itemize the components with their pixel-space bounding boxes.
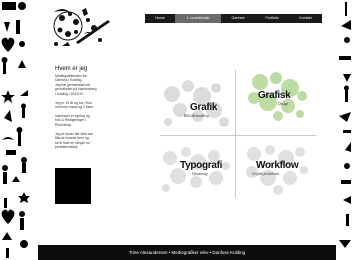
right-decorative-border [335,0,353,260]
quadrant-grafik[interactable]: Grafik Billedbehandling [158,74,236,134]
quadrant-typografi[interactable]: Typografi Opsætning [158,140,236,200]
quadrant-subtitle: Opsætning [192,172,208,176]
sidebar-title: Hvem er jeg [55,66,88,72]
nav-item-home[interactable]: Home [145,14,175,23]
grid-divider-horizontal [160,135,316,136]
profile-image [55,168,91,204]
quadrant-title: Typografi [180,160,223,171]
nav-item-kontakt[interactable]: Kontakt [289,14,322,23]
sidebar-paragraph: Mediegrafikerelev fra Danfoss i Kolding.… [55,74,97,96]
quadrant-title: Grafik [190,102,218,113]
quadrant-title: Workflow [256,160,299,171]
quadrant-subtitle: Billedbehandling [184,114,209,118]
bird-icon [2,137,14,140]
nav-item-portfolio[interactable]: Portfolio [255,14,289,23]
person-icon [21,157,27,163]
quadrant-title: Grafisk [258,90,291,101]
sidebar-paragraph: Jeg er 19 år og bor i Bov med min mand o… [55,101,94,110]
sidebar-paragraph: Jeg er byder der ikke kan fåle at komme … [55,132,94,150]
quadrant-grafisk[interactable]: Grafisk Design [238,68,316,128]
star-icon [1,90,15,103]
footer: Trine Alexandersen • Mediegrafiker elev … [38,245,336,260]
main-navigation: Home 1. hovedforløb Gartnea Portfolio Ko… [145,14,322,23]
sidebar-paragraph: Interesser er syning og foto & Redigerin… [55,114,90,127]
nav-item-hovedforlob[interactable]: 1. hovedforløb [175,14,221,23]
quadrant-subtitle: Grafisk produktion [252,172,280,176]
quadrant-subtitle: Design [278,102,289,106]
left-decorative-border [0,0,34,260]
quadrant-workflow[interactable]: Workflow Grafisk produktion [238,140,316,200]
pig-icon [2,2,16,10]
logo [48,4,112,52]
nav-item-gartnea[interactable]: Gartnea [221,14,255,23]
heart-icon [1,37,15,52]
